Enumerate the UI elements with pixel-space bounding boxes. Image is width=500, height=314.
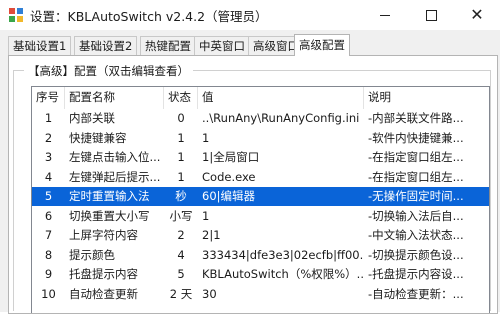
tab-basic-settings-2[interactable]: 基础设置2 (74, 36, 138, 55)
cell-value: 60|编辑器 (202, 189, 256, 203)
column-header-index[interactable]: 序号 (32, 87, 65, 109)
cell-status: 1 (177, 150, 185, 164)
cell-config-name: 左键点击输入位... (69, 150, 161, 164)
cell-value: ..\RunAny\RunAnyConfig.ini (202, 111, 360, 125)
cell-description: -切换输入法后自... (368, 208, 464, 223)
cell-description: -托盘提示内容设... (368, 267, 464, 281)
cell-value: 1 (202, 208, 210, 223)
title-bar[interactable]: 设置：KBLAutoSwitch v2.4.2（管理员） ✕ (0, 0, 500, 30)
cell-description: -中文输入法状态... (368, 228, 464, 242)
tab-cn-en-window[interactable]: 中英窗口 (194, 36, 250, 55)
window-title: 设置：KBLAutoSwitch v2.4.2（管理员） (30, 8, 268, 24)
cell-config-name: 内部关联 (69, 111, 115, 125)
cell-row-index: 10 (41, 286, 56, 301)
table-row[interactable]: 10 自动检查更新 2 天 30 -自动检查更新：... (32, 285, 489, 304)
cell-config-name: 托盘提示内容 (69, 267, 138, 281)
cell-config-name: 左键弹起后提示... (69, 169, 161, 184)
cell-row-index: 7 (44, 228, 53, 242)
column-header-name[interactable]: 配置名称 (65, 87, 164, 109)
tab-advanced-config[interactable]: 高级配置 (294, 34, 350, 56)
cell-description: -软件内快捷键兼... (368, 130, 464, 145)
cell-value: KBLAutoSwitch（%权限%）... (202, 267, 364, 281)
tab-hotkey-config[interactable]: 热键配置 (140, 36, 196, 55)
maximize-button[interactable] (408, 0, 454, 30)
cell-status: 2 天 (169, 286, 193, 301)
table-row[interactable]: 4 左键弹起后提示... 1 Code.exe -在指定窗口组左... (32, 168, 489, 187)
cell-row-index: 1 (44, 111, 53, 125)
table-row[interactable]: 1 内部关联 0 ..\RunAny\RunAnyConfig.ini -内部关联文件路… (32, 109, 489, 128)
cell-config-name: 上屏字符内容 (69, 228, 138, 242)
table-row[interactable]: 7 上屏字符内容 2 2|1 -中文输入法状态... (32, 226, 489, 245)
cell-status: 秒 (175, 189, 187, 203)
minimize-icon (380, 14, 390, 16)
maximize-icon (425, 9, 437, 21)
tab-strip: 基础设置1 基础设置2 热键配置 中英窗口 高级窗口 高级配置 (8, 34, 496, 56)
list-header: 序号 配置名称 状态 值 说明 (32, 87, 489, 109)
cell-config-name: 快捷键兼容 (69, 130, 127, 145)
cell-status: 5 (177, 267, 185, 281)
column-header-value[interactable]: 值 (198, 87, 364, 109)
table-row[interactable]: 2 快捷键兼容 1 1 -软件内快捷键兼... (32, 129, 489, 148)
app-icon (8, 7, 24, 23)
cell-description: -无操作固定时间... (368, 189, 464, 203)
group-label: 【高级】配置（双击编辑查看） (24, 63, 193, 79)
tab-basic-settings-1[interactable]: 基础设置1 (8, 36, 72, 55)
cell-status: 0 (177, 111, 185, 125)
cell-config-name: 提示颜色 (69, 247, 115, 262)
column-header-status[interactable]: 状态 (164, 87, 198, 109)
cell-row-index: 3 (44, 150, 53, 164)
cell-row-index: 2 (44, 130, 53, 145)
cell-config-name: 定时重置输入法 (69, 189, 150, 203)
cell-row-index: 8 (44, 247, 53, 262)
cell-status: 1 (177, 169, 185, 184)
cell-description: -在指定窗口组左... (368, 169, 464, 184)
cell-description: -内部关联文件路... (368, 111, 464, 125)
table-row[interactable]: 8 提示颜色 4 333434|dfe3e3|02ecfb|ff00... -切换提示颜… (32, 246, 489, 265)
table-row[interactable]: 6 切换重置大小写 小写 1 -切换输入法后自... (32, 207, 489, 226)
close-icon: ✕ (470, 5, 484, 24)
cell-description: -自动检查更新：... (368, 286, 464, 301)
table-row[interactable]: 5 定时重置输入法 秒 60|编辑器 -无操作固定时间... (32, 187, 489, 206)
cell-value: 2|1 (202, 228, 221, 242)
cell-value: 1 (202, 130, 210, 145)
cell-row-index: 6 (44, 208, 53, 223)
cell-value: 333434|dfe3e3|02ecfb|ff00... (202, 247, 364, 262)
cell-status: 4 (177, 247, 185, 262)
cell-status: 小写 (169, 208, 193, 223)
settings-window: 设置：KBLAutoSwitch v2.4.2（管理员） ✕ 基础设置1 基础设… (0, 0, 500, 314)
cell-row-index: 9 (44, 267, 53, 281)
cell-row-index: 4 (44, 169, 53, 184)
config-list[interactable]: 序号 配置名称 状态 值 说明 1 内部关联 0 ..\RunAny\RunAnyCo… (31, 86, 490, 313)
cell-status: 2 (177, 228, 185, 242)
close-button[interactable]: ✕ (454, 0, 500, 30)
cell-value: 1|全局窗口 (202, 150, 260, 164)
cell-config-name: 切换重置大小写 (69, 208, 150, 223)
table-row[interactable]: 3 左键点击输入位... 1 1|全局窗口 -在指定窗口组左... (32, 148, 489, 167)
table-row[interactable]: 9 托盘提示内容 5 KBLAutoSwitch（%权限%）... -托盘提示内容设..… (32, 265, 489, 284)
cell-description: -切换提示颜色设... (368, 247, 464, 262)
cell-description: -在指定窗口组左... (368, 150, 464, 164)
cell-config-name: 自动检查更新 (69, 286, 138, 301)
minimize-button[interactable] (362, 0, 408, 30)
cell-row-index: 5 (44, 189, 53, 203)
cell-value: 30 (202, 286, 217, 301)
column-header-description[interactable]: 说明 (364, 87, 489, 109)
cell-status: 1 (177, 130, 185, 145)
cell-value: Code.exe (202, 169, 256, 184)
